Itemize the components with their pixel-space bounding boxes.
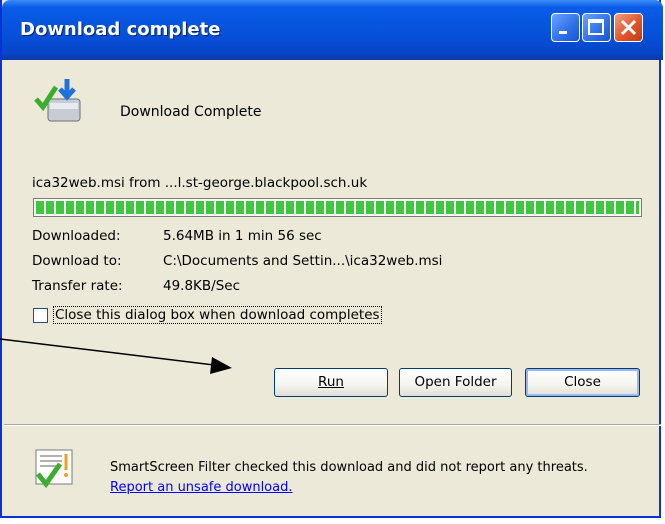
arrow-line	[0, 338, 215, 366]
annotation-arrow	[0, 338, 232, 374]
arrow-head-icon	[210, 357, 232, 374]
